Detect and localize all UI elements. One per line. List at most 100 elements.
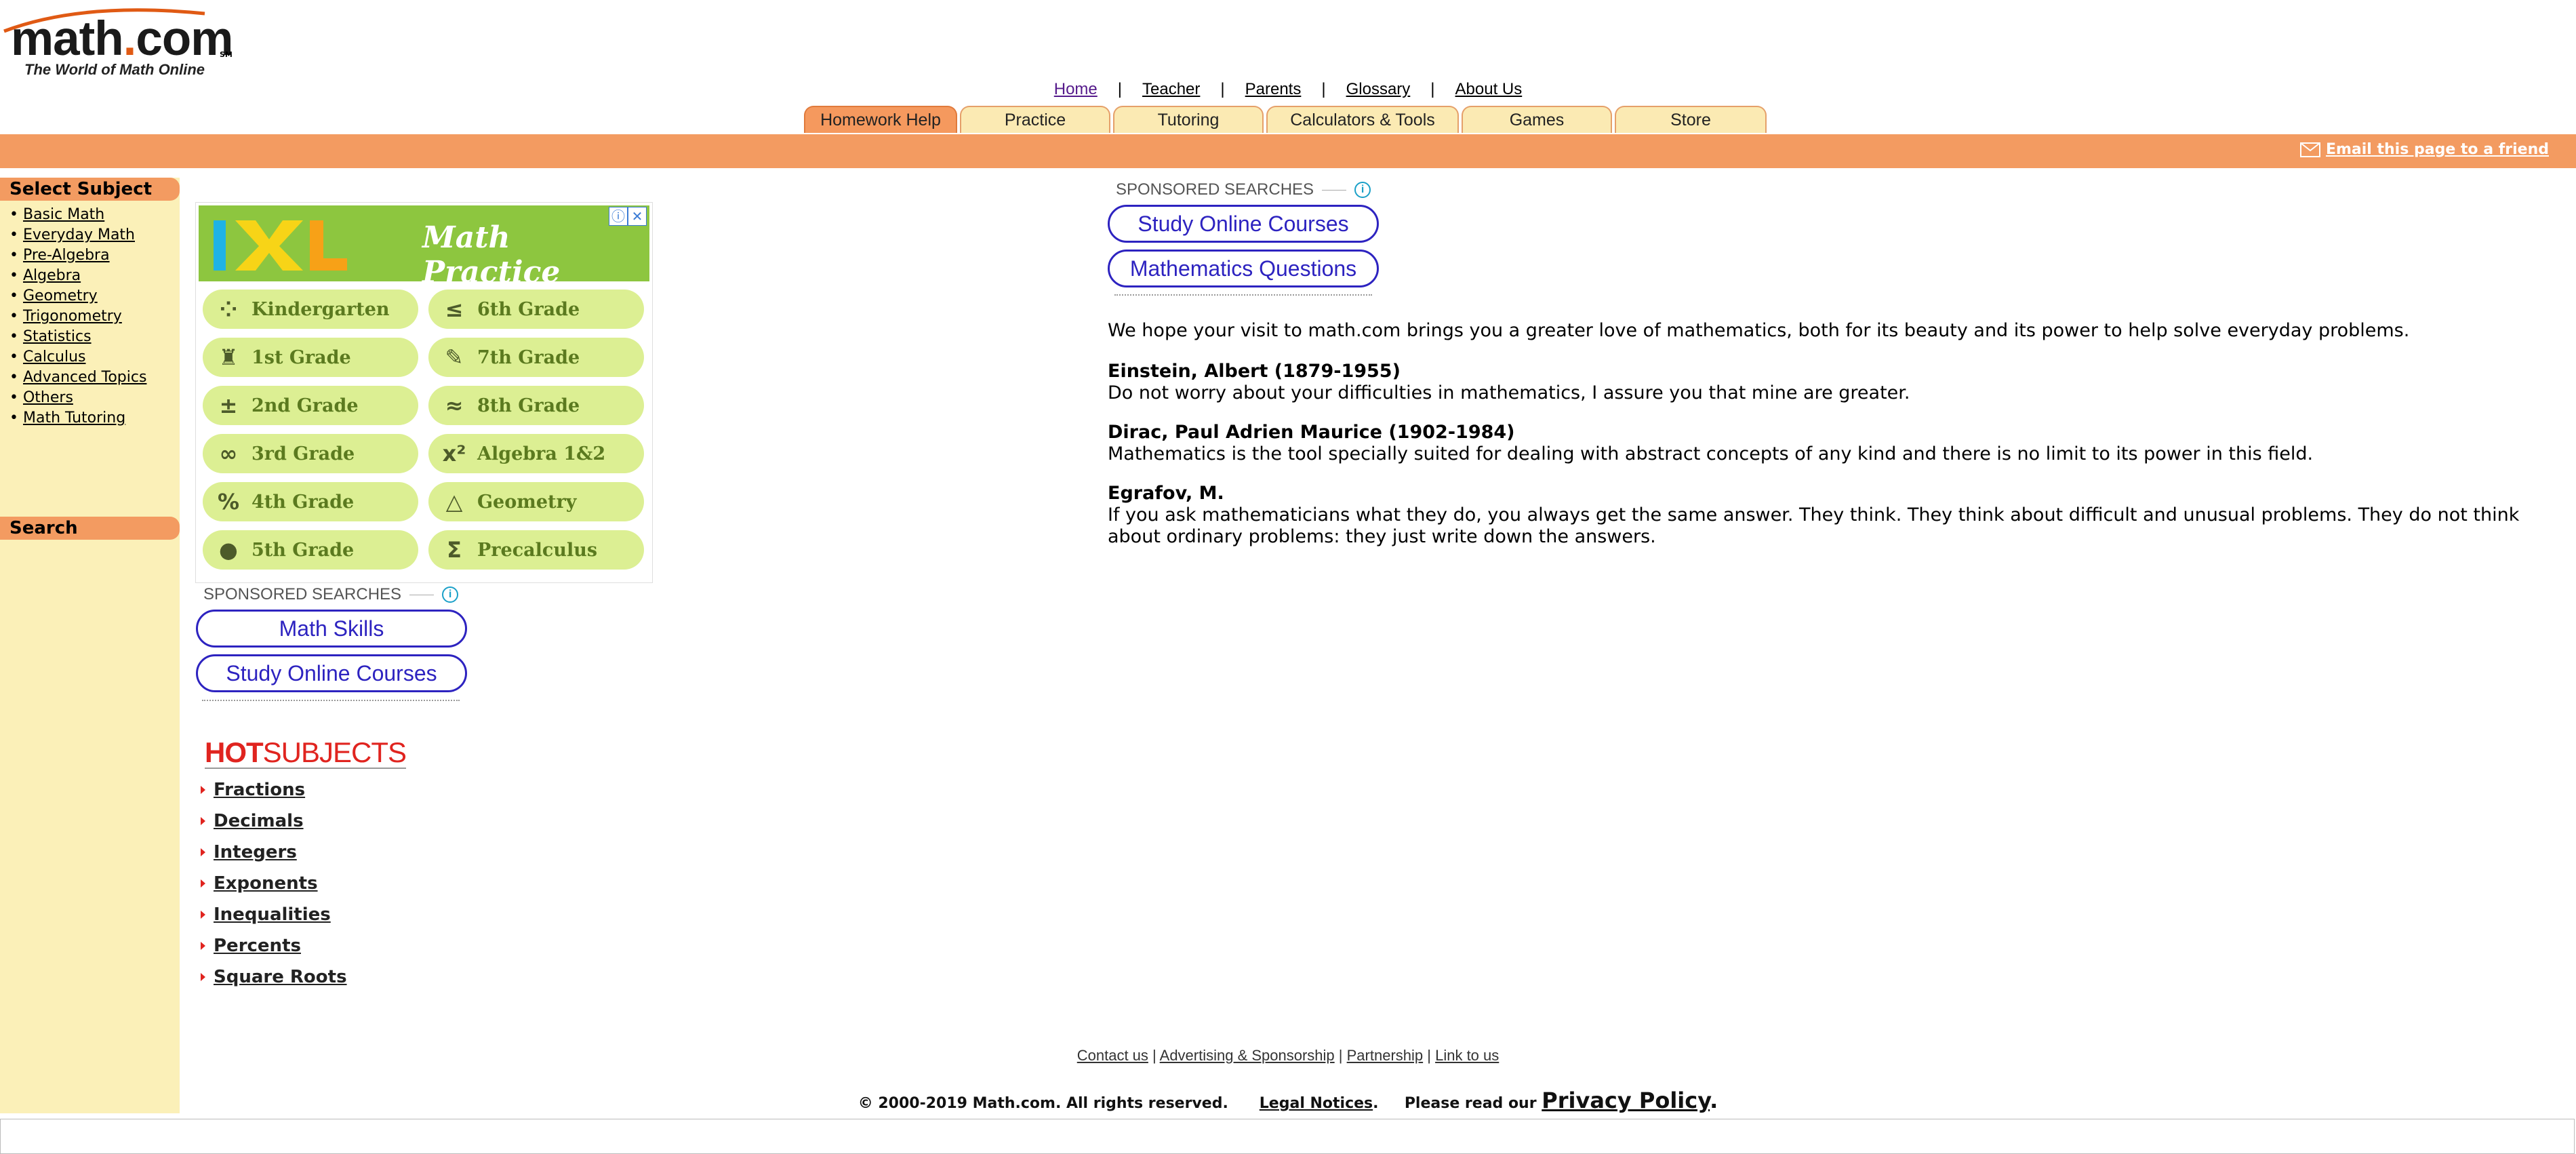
grade-button[interactable]: Σ Precalculus: [428, 530, 644, 570]
list-item: Fractions: [201, 774, 347, 805]
grade-button[interactable]: △ Geometry: [428, 482, 644, 521]
hot-subject-link[interactable]: Fractions: [214, 780, 305, 800]
subject-link[interactable]: Basic Math: [23, 206, 104, 223]
grade-button[interactable]: ✎ 7th Grade: [428, 338, 644, 377]
subject-link[interactable]: Trigonometry: [23, 308, 122, 325]
orange-bar: [0, 134, 2576, 168]
divider: [202, 700, 460, 701]
tab-homework-help[interactable]: Homework Help: [804, 106, 957, 133]
subject-link[interactable]: Geometry: [23, 287, 98, 304]
hot-subject-link[interactable]: Exponents: [214, 873, 318, 894]
arrow-right-icon: [201, 786, 205, 794]
sponsored-link-button[interactable]: Math Skills: [196, 610, 467, 648]
hot-subject-link[interactable]: Integers: [214, 842, 297, 862]
triangle-icon: △: [445, 489, 463, 515]
nav-glossary-link[interactable]: Glossary: [1346, 80, 1411, 98]
subject-link[interactable]: Algebra: [23, 267, 81, 284]
list-item: • Calculus: [9, 349, 86, 365]
sponsored-link-button[interactable]: Study Online Courses: [196, 654, 467, 692]
grade-button[interactable]: ⁘ Kindergarten: [203, 290, 418, 329]
email-page-link[interactable]: Email this page to a friend: [2299, 141, 2549, 158]
main-tabs: Homework Help Practice Tutoring Calculat…: [804, 106, 1769, 136]
grade-label: 8th Grade: [477, 395, 580, 416]
privacy-policy-link[interactable]: Privacy Policy: [1542, 1088, 1710, 1113]
arrow-right-icon: [201, 973, 205, 981]
grade-button[interactable]: x² Algebra 1&2: [428, 434, 644, 473]
grade-label: 2nd Grade: [251, 395, 359, 416]
hot-subject-link[interactable]: Decimals: [214, 811, 304, 831]
site-logo[interactable]: math.com SM The World of Math Online: [1, 7, 233, 78]
sigma-icon: Σ: [447, 537, 462, 563]
sponsored-label-text: SPONSORED SEARCHES: [1116, 180, 1314, 199]
arrow-right-icon: [201, 942, 205, 950]
list-item: • Everyday Math: [9, 226, 135, 243]
grade-button[interactable]: ∞ 3rd Grade: [203, 434, 418, 473]
grade-button[interactable]: ♜ 1st Grade: [203, 338, 418, 377]
grade-label: Precalculus: [477, 539, 598, 561]
hot-subject-link[interactable]: Square Roots: [214, 967, 347, 987]
nav-parents-link[interactable]: Parents: [1245, 80, 1302, 98]
x-squared-icon: x²: [442, 441, 466, 466]
bottom-frame: [0, 1119, 2575, 1154]
arrow-right-icon: [201, 817, 205, 825]
grade-button[interactable]: ● 5th Grade: [203, 530, 418, 570]
ad-choices[interactable]: ⓘ ✕: [609, 207, 647, 226]
grade-label: 3rd Grade: [251, 443, 355, 464]
tab-calculators-tools[interactable]: Calculators & Tools: [1266, 106, 1459, 133]
tab-tutoring[interactable]: Tutoring: [1113, 106, 1264, 133]
list-item: • Others: [9, 389, 73, 406]
intro-text: We hope your visit to math.com brings yo…: [1108, 320, 2410, 341]
percent-icon: %: [217, 489, 240, 515]
infinity-icon: ∞: [219, 441, 238, 466]
grade-label: 7th Grade: [477, 346, 580, 368]
footer-links: Contact us | Advertising & Sponsorship |…: [1076, 1047, 1500, 1064]
subject-link[interactable]: Statistics: [23, 328, 92, 345]
subject-link[interactable]: Advanced Topics: [23, 369, 146, 386]
quote-block: Einstein, Albert (1879-1955) Do not worr…: [1108, 361, 1910, 404]
list-item: • Basic Math: [9, 206, 105, 223]
sponsored-link-button[interactable]: Study Online Courses: [1108, 205, 1379, 243]
tab-practice[interactable]: Practice: [960, 106, 1110, 133]
info-icon[interactable]: i: [1354, 182, 1371, 198]
sponsored-link-button[interactable]: Mathematics Questions: [1108, 250, 1379, 287]
sponsored-label-text: SPONSORED SEARCHES: [203, 585, 402, 603]
contact-us-link[interactable]: Contact us: [1077, 1047, 1148, 1064]
quote-author: Egrafov, M.: [1108, 483, 1224, 504]
grade-label: 1st Grade: [251, 346, 351, 368]
copyright-text: © 2000-2019 Math.com. All rights reserve…: [858, 1095, 1228, 1112]
grade-button[interactable]: ≈8th Grade: [428, 386, 644, 425]
list-item: Decimals: [201, 805, 347, 837]
grade-button[interactable]: % 4th Grade: [203, 482, 418, 521]
subject-link[interactable]: Everyday Math: [23, 226, 135, 243]
grade-button[interactable]: ≤6th Grade: [428, 290, 644, 329]
quote-author: Einstein, Albert (1879-1955): [1108, 361, 1401, 382]
link-to-us-link[interactable]: Link to us: [1435, 1047, 1499, 1064]
select-subject-heading: Select Subject: [0, 178, 180, 201]
tab-store[interactable]: Store: [1615, 106, 1767, 133]
hot-subject-link[interactable]: Percents: [214, 936, 301, 956]
nav-home-link[interactable]: Home: [1054, 80, 1098, 98]
sponsored-searches-label: SPONSORED SEARCHES i: [1116, 180, 1371, 199]
list-item: Exponents: [201, 868, 347, 899]
subject-link[interactable]: Others: [23, 389, 73, 406]
ad-info-icon[interactable]: ⓘ: [609, 207, 628, 226]
arrow-right-icon: [201, 848, 205, 856]
subject-link[interactable]: Pre-Algebra: [23, 247, 110, 264]
tab-games[interactable]: Games: [1462, 106, 1612, 133]
legal-notices-link[interactable]: Legal Notices: [1260, 1095, 1373, 1112]
email-page-label: Email this page to a friend: [2325, 141, 2549, 158]
close-icon[interactable]: ✕: [628, 207, 647, 226]
ixl-ad[interactable]: Math Practice ⓘ ✕ ⁘ Kindergarten ≤6th Grad…: [195, 202, 653, 583]
pencil-cup-icon: ♜: [218, 344, 239, 370]
list-item: Square Roots: [201, 961, 347, 993]
subject-link[interactable]: Math Tutoring: [23, 410, 125, 426]
info-icon[interactable]: i: [442, 586, 459, 603]
advertising-link[interactable]: Advertising & Sponsorship: [1160, 1047, 1335, 1064]
nav-about-link[interactable]: About Us: [1455, 80, 1523, 98]
hot-subject-link[interactable]: Inequalities: [214, 904, 331, 925]
nav-teacher-link[interactable]: Teacher: [1142, 80, 1200, 98]
partnership-link[interactable]: Partnership: [1347, 1047, 1424, 1064]
subject-link[interactable]: Calculus: [23, 349, 86, 365]
apple-icon: ●: [219, 537, 238, 563]
grade-button[interactable]: ±2nd Grade: [203, 386, 418, 425]
